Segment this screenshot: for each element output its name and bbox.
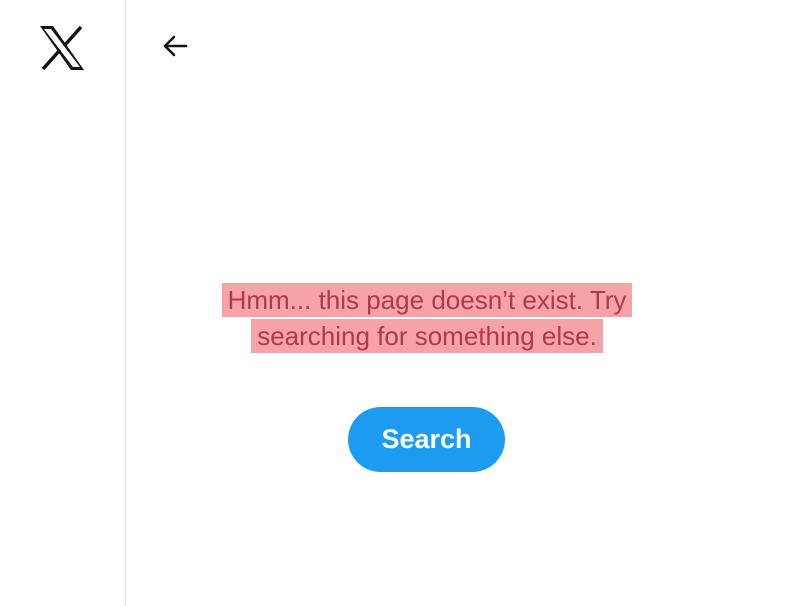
error-message-line-2: searching for something else. [251, 319, 603, 353]
back-button[interactable] [155, 26, 195, 66]
main-content: Hmm... this page doesn’t exist. Try sear… [127, 0, 800, 606]
error-message-line-1: Hmm... this page doesn’t exist. Try [221, 283, 633, 317]
search-button[interactable]: Search [348, 407, 505, 472]
x-logo-icon[interactable] [38, 24, 86, 72]
back-arrow-icon [163, 35, 188, 57]
left-sidebar [0, 0, 126, 606]
error-message: Hmm... this page doesn’t exist. Try sear… [200, 282, 654, 354]
